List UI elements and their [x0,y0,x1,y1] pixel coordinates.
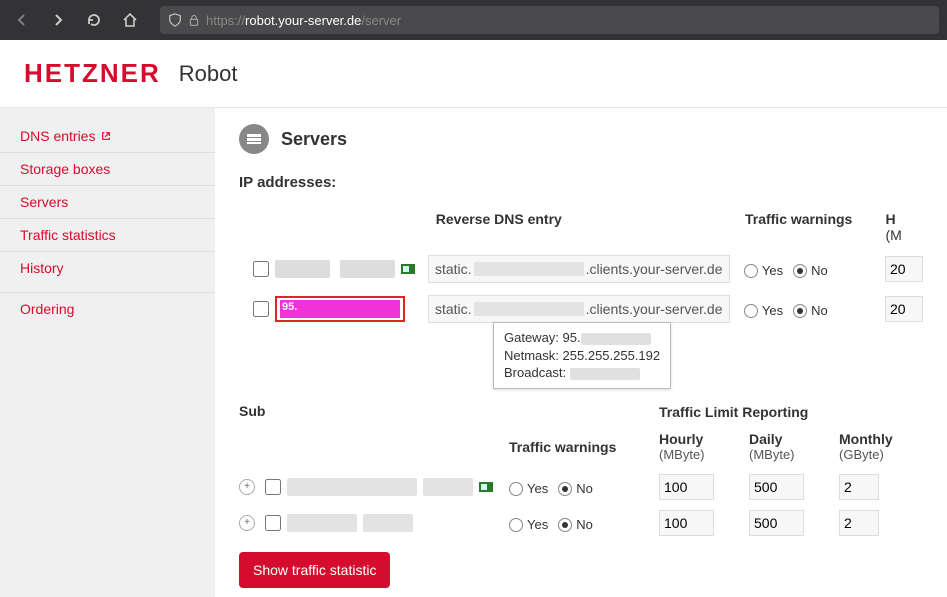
sidebar-item-storage[interactable]: Storage boxes [0,153,215,186]
rdns-header: Reverse DNS entry [436,211,745,243]
ip-table-header: Reverse DNS entry Traffic warnings H(M [239,211,923,243]
servers-icon [239,124,269,154]
main-content: Servers IP addresses: Reverse DNS entry … [215,108,947,597]
logo: HETZNER [24,58,161,89]
ip-checkbox[interactable] [253,301,269,317]
warn-yes-radio[interactable] [509,518,523,532]
ip-checkbox[interactable] [253,261,269,277]
sidebar-item-label: Traffic statistics [20,227,116,243]
sidebar-item-dns[interactable]: DNS entries [0,120,215,153]
warn-header: Traffic warnings [745,211,886,243]
traffic-limit-header: Traffic Limit Reporting [659,404,929,420]
forward-button[interactable] [44,6,72,34]
show-traffic-button[interactable]: Show traffic statistic [239,552,390,588]
expand-icon[interactable]: + [239,515,255,531]
sidebar-item-label: Ordering [20,301,74,317]
subnet-checkbox[interactable] [265,479,281,495]
reload-button[interactable] [80,6,108,34]
monthly-header: Monthly(GByte) [839,431,929,464]
shield-icon [168,13,182,27]
browser-toolbar: https://robot.your-server.de/server [0,0,947,40]
monthly-input[interactable] [839,510,879,536]
ip-row: 95. static..clients.your-server.de Yes N… [239,293,923,325]
warn-no-radio[interactable] [793,304,807,318]
rdns-input[interactable]: static..clients.your-server.de [428,295,730,323]
back-button[interactable] [8,6,36,34]
sidebar-item-label: Storage boxes [20,161,110,177]
expand-icon[interactable]: + [239,479,255,495]
hourly-input[interactable] [659,474,714,500]
app-header: HETZNER Robot [0,40,947,108]
warn-header: Traffic warnings [509,439,659,457]
ip-tooltip: Gateway: 95. Netmask: 255.255.255.192 Br… [493,322,671,389]
warn-yes-radio[interactable] [509,482,523,496]
ip-highlighted[interactable]: 95. [275,296,405,322]
subnet-redacted [423,478,473,496]
ip-redacted [275,260,330,278]
sidebar-item-servers[interactable]: Servers [0,186,215,219]
subnet-redacted [363,514,413,532]
external-link-icon [101,131,111,141]
ip-redacted [340,260,395,278]
page-title: Servers [281,129,347,150]
subnets-section-title: Sub [239,403,509,421]
warn-yes-radio[interactable] [744,304,758,318]
lock-icon [188,14,200,26]
sidebar-item-label: History [20,260,64,276]
sidebar-item-traffic[interactable]: Traffic statistics [0,219,215,252]
home-button[interactable] [116,6,144,34]
sidebar: DNS entries Storage boxes Servers Traffi… [0,108,215,597]
hourly-input[interactable] [885,256,923,282]
warn-no-radio[interactable] [793,264,807,278]
daily-header: Daily(MByte) [749,431,839,464]
subnet-checkbox[interactable] [265,515,281,531]
subnet-row: + [239,514,509,532]
subnet-row: + [239,478,509,496]
nic-icon [479,482,493,492]
hourly-header: Hourly(MByte) [659,431,749,464]
hourly-input[interactable] [659,510,714,536]
warn-yes-radio[interactable] [744,264,758,278]
hourly-input[interactable] [885,296,923,322]
sidebar-item-history[interactable]: History [0,252,215,284]
daily-input[interactable] [749,474,804,500]
subnet-redacted [287,478,417,496]
ip-row: static..clients.your-server.de Yes No [239,253,923,285]
nic-icon [401,264,415,274]
rdns-input[interactable]: static..clients.your-server.de [428,255,730,283]
ip-section-title: IP addresses: [239,174,923,191]
sidebar-item-label: Servers [20,194,68,210]
url-bar[interactable]: https://robot.your-server.de/server [160,6,939,34]
url-text: https://robot.your-server.de/server [206,13,401,28]
warn-no-radio[interactable] [558,482,572,496]
warn-no-radio[interactable] [558,518,572,532]
product-name: Robot [179,61,238,87]
monthly-input[interactable] [839,474,879,500]
hourly-header: H(M [886,211,923,243]
subnet-redacted [287,514,357,532]
sidebar-item-ordering[interactable]: Ordering [0,292,215,325]
daily-input[interactable] [749,510,804,536]
sidebar-item-label: DNS entries [20,128,95,144]
